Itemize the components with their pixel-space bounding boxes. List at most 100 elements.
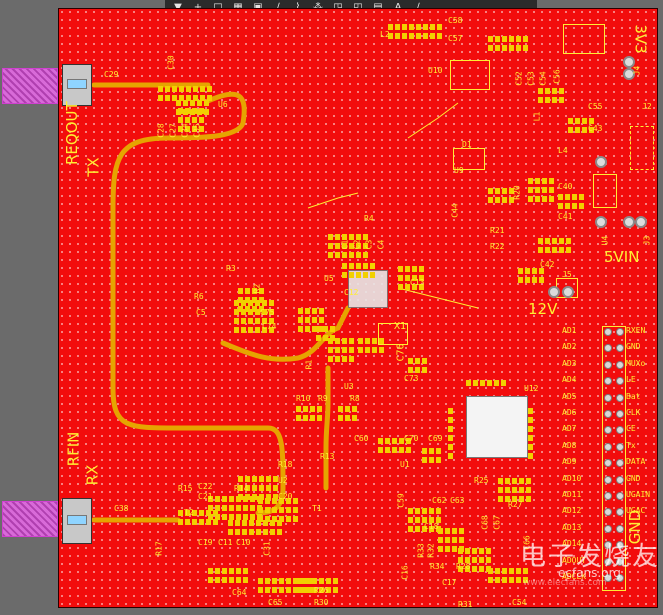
header-pin[interactable] — [616, 393, 624, 402]
smd-pad — [448, 408, 453, 414]
designator-r8: R8 — [350, 394, 360, 403]
smd-pad — [575, 118, 580, 124]
smd-pad — [402, 33, 407, 39]
smd-pad — [349, 272, 354, 278]
designator-u9: U9 — [454, 166, 464, 175]
header-pin[interactable] — [604, 492, 612, 500]
component-top-right[interactable] — [563, 24, 605, 54]
smd-pad — [185, 519, 190, 525]
smd-pad — [228, 520, 233, 526]
smd-pad — [183, 100, 188, 106]
smd-pad — [298, 308, 303, 314]
header-pin[interactable] — [616, 475, 624, 484]
smd-pad — [293, 507, 298, 513]
smd-pad — [502, 577, 507, 583]
smd-pad — [538, 97, 543, 103]
smd-pad — [277, 529, 282, 535]
designator-r9: R9 — [318, 394, 328, 403]
smd-pad — [549, 196, 554, 202]
designator-c65: C65 — [268, 598, 283, 607]
designator-r27: R27 — [508, 500, 523, 509]
power-switch-j2[interactable] — [630, 126, 654, 170]
smd-pad — [312, 308, 317, 314]
adc-label: AD11 — [562, 490, 582, 499]
smd-pad — [270, 529, 275, 535]
smd-pad — [235, 529, 240, 535]
designator-x1: X1 — [394, 321, 407, 332]
smd-pad — [178, 510, 183, 516]
designator-r33: R33 — [416, 543, 426, 558]
header-pin[interactable] — [604, 393, 612, 402]
smd-pad — [415, 367, 420, 373]
smd-pad — [172, 86, 177, 92]
smd-pad — [518, 268, 523, 274]
designator-c70: C70 — [404, 434, 419, 443]
header-label: LE — [626, 375, 636, 385]
smd-pad — [472, 566, 477, 572]
smd-pad — [422, 508, 427, 514]
chip-u4[interactable] — [593, 174, 617, 208]
header-pin[interactable] — [616, 360, 624, 369]
header-pin[interactable] — [616, 442, 624, 451]
smd-pad — [448, 435, 453, 441]
smd-pad — [415, 508, 420, 514]
smd-pad — [526, 496, 531, 502]
chip-u12[interactable] — [466, 396, 528, 458]
designator-c13: C13 — [410, 278, 425, 287]
smd-pad — [222, 577, 227, 583]
designator-r13: R13 — [320, 452, 335, 461]
header-pin[interactable] — [616, 410, 624, 418]
smd-pad — [234, 318, 239, 324]
header-pin[interactable] — [604, 360, 612, 369]
smd-pad — [502, 45, 507, 51]
pcb-board[interactable]: REQOUT TX RFIN RX 3V3 5VIN 12V GND AD1 AD… — [58, 8, 658, 608]
designator-r20: R20 — [512, 185, 522, 200]
header-pin[interactable] — [604, 442, 612, 451]
smd-pad — [539, 277, 544, 283]
smd-pad — [330, 326, 335, 332]
header-pin[interactable] — [604, 328, 612, 336]
smd-pad — [229, 505, 234, 511]
smd-pad — [303, 415, 308, 421]
designator-r21: R21 — [490, 226, 505, 235]
header-pin[interactable] — [604, 475, 612, 484]
smd-pad — [498, 487, 503, 493]
smd-pad — [545, 97, 550, 103]
designator-r25: R25 — [474, 476, 489, 485]
smd-pad — [319, 317, 324, 323]
designator-c62: C62 — [432, 496, 447, 505]
smd-pad — [445, 546, 450, 552]
smd-pad — [422, 457, 427, 463]
header-pin[interactable] — [604, 524, 612, 533]
smd-pad — [192, 108, 197, 114]
header-pin[interactable] — [616, 524, 624, 533]
header-label: Tx — [626, 440, 636, 450]
header-pin[interactable] — [604, 410, 612, 418]
smd-pad — [538, 238, 543, 244]
smd-pad — [519, 478, 524, 484]
smd-pad — [495, 197, 500, 203]
smd-pad — [579, 194, 584, 200]
smd-pad — [398, 275, 403, 281]
designator-d1: D1 — [462, 140, 472, 149]
chip-u10[interactable] — [450, 60, 490, 90]
smd-pad — [298, 578, 303, 584]
smd-pad — [519, 487, 524, 493]
header-pin[interactable] — [616, 492, 624, 500]
smd-pad — [412, 266, 417, 272]
rx-connector[interactable] — [62, 498, 92, 544]
smd-pad — [363, 272, 368, 278]
smd-pad — [236, 568, 241, 574]
header-pin[interactable] — [616, 328, 624, 336]
smd-pad — [480, 380, 485, 386]
adc-label: AD3 — [562, 358, 577, 368]
smd-pad — [243, 505, 248, 511]
smd-pad — [378, 447, 383, 453]
smd-pad — [241, 318, 246, 324]
adc-label: AD9 — [562, 457, 577, 467]
smd-pad — [269, 300, 274, 306]
smd-pad — [525, 277, 530, 283]
tx-connector[interactable] — [62, 64, 92, 106]
smd-pad — [206, 519, 211, 525]
designator-u6: U6 — [218, 100, 228, 109]
